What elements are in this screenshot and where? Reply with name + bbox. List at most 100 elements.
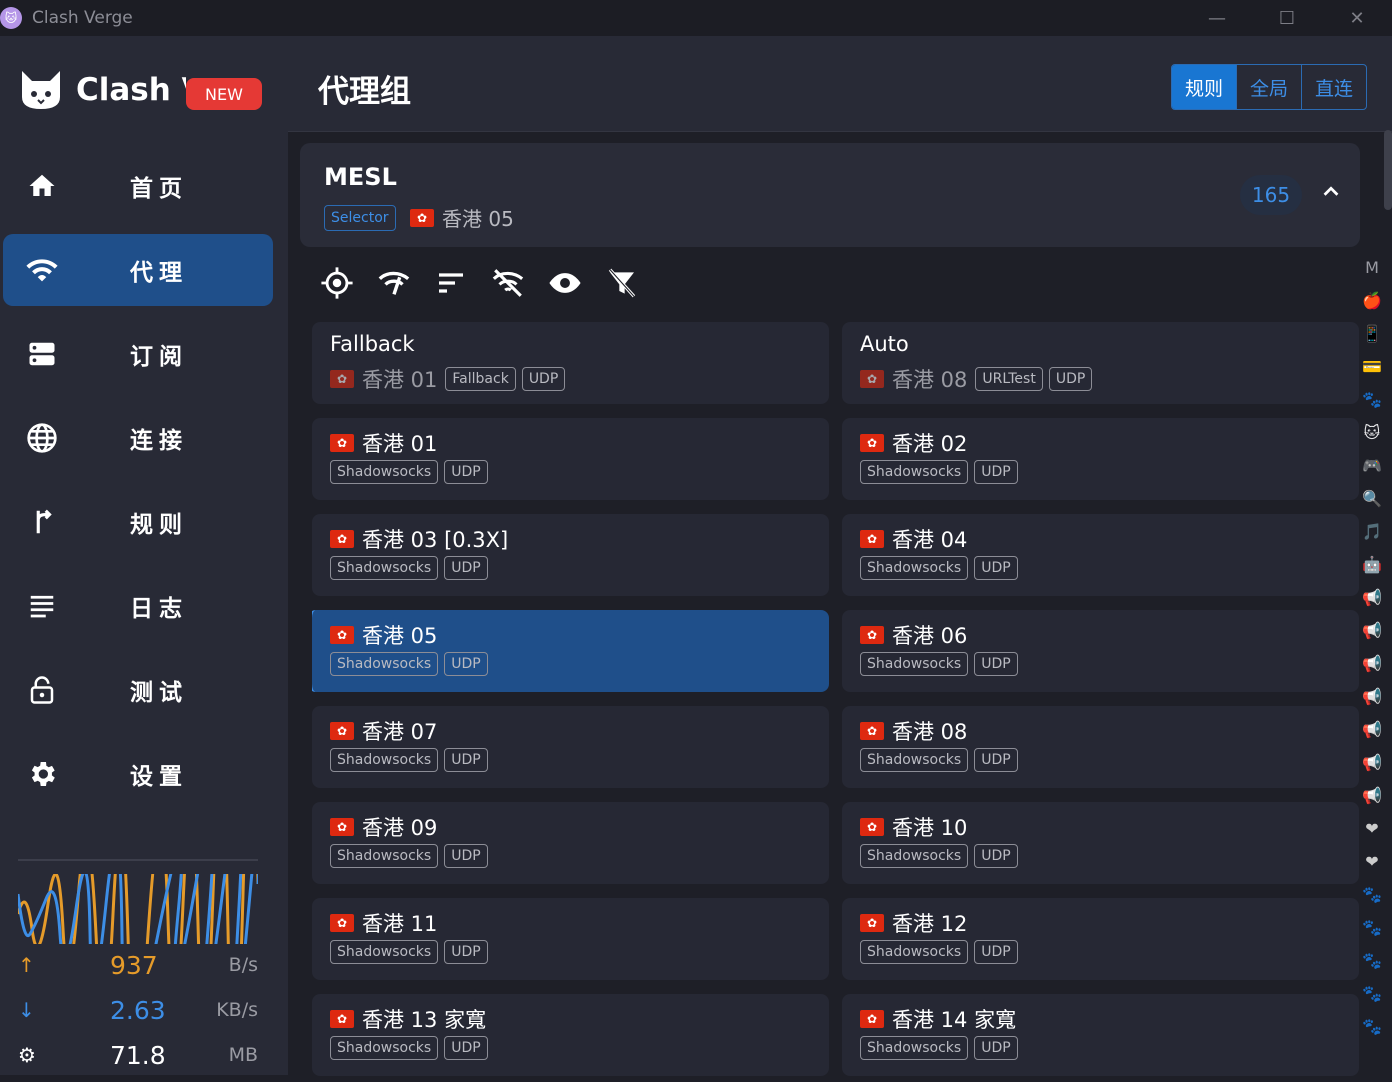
proxy-current: 香港 08 [892, 368, 968, 392]
window-titlebar: 🐱 Clash Verge — ☐ ✕ [0, 0, 1392, 36]
memory-unit: MB [228, 1044, 258, 1066]
sidebar-item-test[interactable]: 测试 [3, 654, 273, 726]
proxy-name: 香港 10 [892, 816, 968, 840]
proxy-card[interactable]: ✿ 香港 08 Shadowsocks UDP [842, 706, 1359, 788]
maximize-button[interactable]: ☐ [1252, 0, 1322, 36]
index-item[interactable]: 🤖 [1361, 553, 1383, 575]
index-item[interactable]: 🍎 [1361, 289, 1383, 311]
sidebar-item-connections[interactable]: 连接 [3, 402, 273, 474]
proxy-name: 香港 08 [892, 720, 968, 744]
proxy-type-tag: URLTest [975, 367, 1043, 391]
index-item[interactable]: 📢 [1361, 652, 1383, 674]
proxy-name: Auto [860, 332, 909, 356]
proxy-type-tag: Shadowsocks [860, 844, 969, 868]
index-item[interactable]: ❤ [1361, 817, 1383, 839]
proxy-card-selected[interactable]: ✿ 香港 05 Shadowsocks UDP [312, 610, 829, 692]
filter-off-icon[interactable] [603, 264, 641, 302]
home-icon [25, 169, 59, 203]
proxy-card[interactable]: ✿ 香港 13 家寬 Shadowsocks UDP [312, 994, 829, 1076]
index-item[interactable]: ❤ [1361, 850, 1383, 872]
sidebar-item-subscription[interactable]: 订阅 [3, 318, 273, 390]
hk-flag-icon: ✿ [860, 370, 884, 388]
proxy-name: 香港 06 [892, 624, 968, 648]
udp-tag: UDP [444, 844, 488, 868]
download-stat: ↓ 2.63 KB/s [18, 990, 258, 1030]
lock-icon [25, 673, 59, 707]
sidebar-item-label: 订阅 [130, 344, 188, 370]
arrow-down-icon: ↓ [18, 998, 35, 1022]
logo-text: Clash Verge [76, 72, 186, 108]
traffic-graph [18, 874, 258, 944]
index-item[interactable]: 🎮 [1361, 454, 1383, 476]
index-item[interactable]: 🔍 [1361, 487, 1383, 509]
locate-icon[interactable] [318, 264, 356, 302]
index-item[interactable]: 💳 [1361, 355, 1383, 377]
globe-icon [25, 421, 59, 455]
proxy-card-auto[interactable]: Auto ✿ 香港 08 URLTest UDP [842, 322, 1359, 404]
proxy-group-header[interactable]: MESL Selector ✿ 香港 05 165 [300, 143, 1360, 247]
index-item[interactable]: 📢 [1361, 685, 1383, 707]
proxy-card[interactable]: ✿ 香港 03 [0.3X] Shadowsocks UDP [312, 514, 829, 596]
proxy-card[interactable]: ✿ 香港 07 Shadowsocks UDP [312, 706, 829, 788]
proxy-card[interactable]: ✿ 香港 11 Shadowsocks UDP [312, 898, 829, 980]
hk-flag-icon: ✿ [330, 530, 354, 548]
mode-global-button[interactable]: 全局 [1235, 65, 1301, 109]
hk-flag-icon: ✿ [330, 722, 354, 740]
sidebar-item-proxy[interactable]: 代理 [3, 234, 273, 306]
index-item[interactable]: 📱 [1361, 322, 1383, 344]
sidebar-item-settings[interactable]: 设置 [3, 738, 273, 810]
index-item[interactable]: 📢 [1361, 784, 1383, 806]
hk-flag-icon: ✿ [860, 1010, 884, 1028]
cat-logo-icon [22, 71, 60, 109]
sidebar-item-home[interactable]: 首页 [3, 150, 273, 222]
sidebar-item-label: 首页 [130, 176, 188, 202]
proxy-type-tag: Shadowsocks [860, 748, 969, 772]
url-off-icon[interactable] [489, 264, 527, 302]
proxy-card[interactable]: ✿ 香港 01 Shadowsocks UDP [312, 418, 829, 500]
upload-value: 937 [110, 950, 158, 980]
index-item[interactable]: 🐾 [1361, 883, 1383, 905]
udp-tag: UDP [974, 556, 1018, 580]
index-item[interactable]: 🐾 [1361, 388, 1383, 410]
proxy-card[interactable]: ✿ 香港 09 Shadowsocks UDP [312, 802, 829, 884]
sidebar-item-rules[interactable]: 规则 [3, 486, 273, 558]
index-item[interactable]: 🐾 [1361, 982, 1383, 1004]
index-item[interactable]: 🎵 [1361, 520, 1383, 542]
close-button[interactable]: ✕ [1322, 0, 1392, 36]
eye-icon[interactable] [546, 264, 584, 302]
latency-test-icon[interactable] [375, 264, 413, 302]
proxy-card[interactable]: ✿ 香港 06 Shadowsocks UDP [842, 610, 1359, 692]
new-badge: NEW [186, 78, 262, 110]
alphabet-index-bar: M 🍎 📱 💳 🐾 🐱 🎮 🔍 🎵 🤖 📢 📢 📢 📢 📢 📢 📢 ❤ ❤ 🐾 … [1358, 250, 1386, 1075]
page-header: 代理组 规则 全局 直连 [288, 36, 1392, 132]
proxy-card[interactable]: ✿ 香港 10 Shadowsocks UDP [842, 802, 1359, 884]
hk-flag-icon: ✿ [330, 626, 354, 644]
proxy-card-fallback[interactable]: Fallback ✿ 香港 01 Fallback UDP [312, 322, 829, 404]
proxy-type-tag: Shadowsocks [860, 652, 969, 676]
hk-flag-icon: ✿ [330, 370, 354, 388]
proxy-card[interactable]: ✿ 香港 02 Shadowsocks UDP [842, 418, 1359, 500]
chevron-up-icon[interactable] [1320, 181, 1342, 203]
scrollbar-thumb[interactable] [1384, 130, 1392, 210]
proxy-toolbar [318, 264, 660, 302]
index-item[interactable]: M [1361, 256, 1383, 278]
index-item[interactable]: 📢 [1361, 751, 1383, 773]
proxy-card[interactable]: ✿ 香港 04 Shadowsocks UDP [842, 514, 1359, 596]
minimize-button[interactable]: — [1182, 0, 1252, 36]
index-item[interactable]: 📢 [1361, 619, 1383, 641]
proxy-current: 香港 01 [362, 368, 438, 392]
proxy-card[interactable]: ✿ 香港 14 家寬 Shadowsocks UDP [842, 994, 1359, 1076]
mode-direct-button[interactable]: 直连 [1300, 65, 1366, 109]
index-item[interactable]: 📢 [1361, 586, 1383, 608]
proxy-name: 香港 09 [362, 816, 438, 840]
mode-rule-button[interactable]: 规则 [1171, 65, 1236, 109]
index-item[interactable]: 🐾 [1361, 916, 1383, 938]
arrow-up-icon: ↑ [18, 953, 35, 977]
index-item[interactable]: 🐾 [1361, 949, 1383, 971]
index-item[interactable]: 🐾 [1361, 1015, 1383, 1037]
sidebar-item-logs[interactable]: 日志 [3, 570, 273, 642]
sort-icon[interactable] [432, 264, 470, 302]
index-item[interactable]: 📢 [1361, 718, 1383, 740]
proxy-card[interactable]: ✿ 香港 12 Shadowsocks UDP [842, 898, 1359, 980]
index-item[interactable]: 🐱 [1361, 421, 1383, 443]
